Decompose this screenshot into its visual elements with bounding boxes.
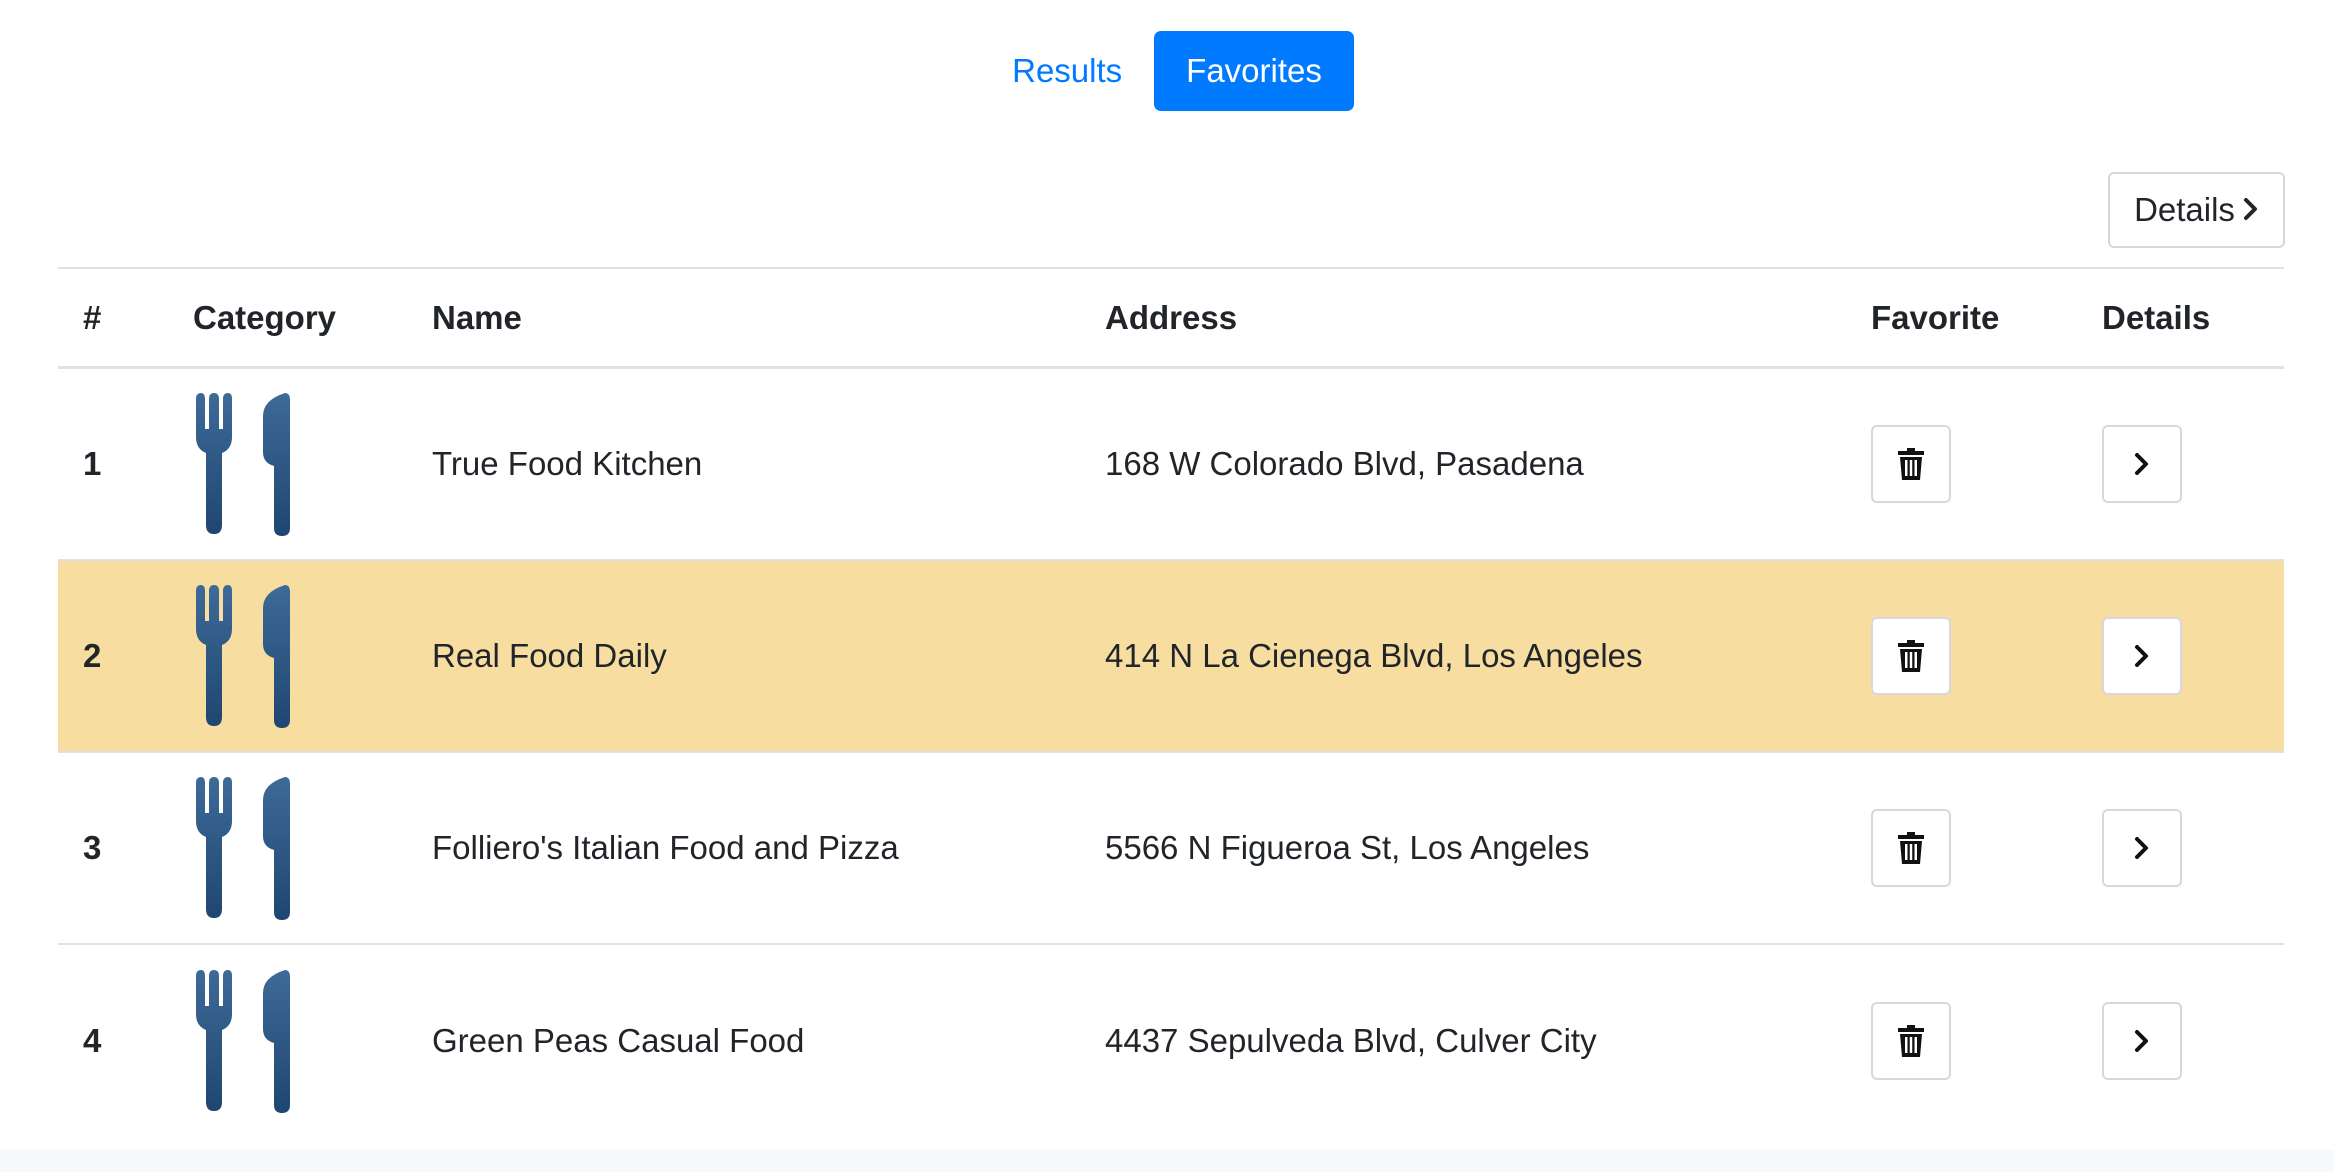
row-details-button[interactable] — [2102, 617, 2182, 695]
restaurant-address: 5566 N Figueroa St, Los Angeles — [1105, 829, 1590, 866]
header-address: Address — [1105, 298, 1238, 336]
row-number: 2 — [83, 637, 102, 674]
table-header: # Category Name Address Favorite Details — [58, 269, 2284, 369]
fork-knife-icon — [196, 585, 290, 728]
chevron-right-icon — [2135, 453, 2148, 475]
favorites-table: # Category Name Address Favorite Details… — [58, 267, 2284, 1137]
table-row: 1 True Food Kitchen 168 W Colorado Blvd,… — [58, 369, 2284, 561]
restaurant-address: 4437 Sepulveda Blvd, Culver City — [1105, 1022, 1597, 1059]
page: Results Favorites Details # Category Nam… — [0, 0, 2334, 1172]
header-details: Details — [2102, 298, 2211, 336]
restaurant-name: Real Food Daily — [432, 637, 667, 674]
trash-icon — [1898, 448, 1924, 480]
header-number: # — [83, 298, 102, 336]
table-row: 4 Green Peas Casual Food 4437 Sepulveda … — [58, 945, 2284, 1137]
table-row: 2 Real Food Daily 414 N La Cienega Blvd,… — [58, 561, 2284, 753]
trash-icon — [1898, 832, 1924, 864]
chevron-right-icon — [2243, 191, 2259, 229]
remove-favorite-button[interactable] — [1871, 809, 1951, 887]
chevron-right-icon — [2135, 837, 2148, 859]
chevron-right-icon — [2135, 1030, 2148, 1052]
remove-favorite-button[interactable] — [1871, 617, 1951, 695]
trash-icon — [1898, 1025, 1924, 1057]
table-body: 1 True Food Kitchen 168 W Colorado Blvd,… — [58, 369, 2284, 1137]
restaurant-name: Green Peas Casual Food — [432, 1022, 805, 1059]
row-number: 1 — [83, 445, 102, 482]
header-favorite: Favorite — [1871, 298, 2000, 336]
restaurant-address: 168 W Colorado Blvd, Pasadena — [1105, 445, 1584, 482]
header-category: Category — [193, 298, 337, 336]
row-number: 3 — [83, 829, 102, 866]
restaurant-name: Folliero's Italian Food and Pizza — [432, 829, 899, 866]
trash-icon — [1898, 640, 1924, 672]
row-details-button[interactable] — [2102, 425, 2182, 503]
tab-results[interactable]: Results — [980, 31, 1154, 111]
page-footer-strip — [0, 1150, 2334, 1172]
restaurant-name: True Food Kitchen — [432, 445, 703, 482]
row-details-button[interactable] — [2102, 1002, 2182, 1080]
details-button[interactable]: Details — [2108, 172, 2285, 248]
table-row: 3 Folliero's Italian Food and Pizza 5566… — [58, 753, 2284, 945]
chevron-right-icon — [2135, 645, 2148, 667]
restaurant-address: 414 N La Cienega Blvd, Los Angeles — [1105, 637, 1643, 674]
fork-knife-icon — [196, 777, 290, 920]
row-details-button[interactable] — [2102, 809, 2182, 887]
remove-favorite-button[interactable] — [1871, 425, 1951, 503]
tab-bar: Results Favorites — [0, 31, 2334, 111]
tab-favorites[interactable]: Favorites — [1154, 31, 1354, 111]
details-button-label: Details — [2134, 191, 2235, 228]
header-name: Name — [432, 298, 522, 336]
fork-knife-icon — [196, 970, 290, 1113]
fork-knife-icon — [196, 393, 290, 536]
row-number: 4 — [83, 1022, 102, 1059]
remove-favorite-button[interactable] — [1871, 1002, 1951, 1080]
